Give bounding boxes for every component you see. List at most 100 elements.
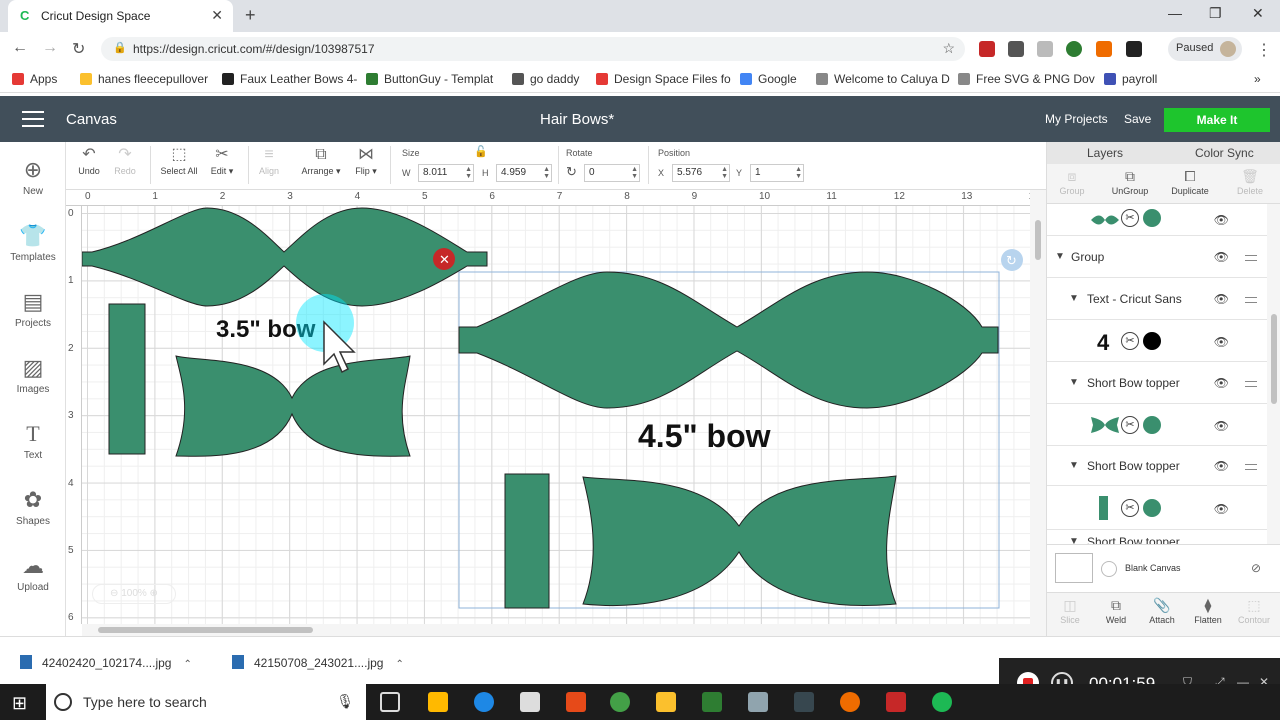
select-all-button[interactable]: ⬚ Select All bbox=[158, 144, 200, 176]
y-stepper[interactable]: ▲ ▼ bbox=[795, 166, 802, 180]
layer-group-header[interactable]: ▼ Short Bow topper bbox=[1047, 530, 1267, 544]
mcafee-icon[interactable] bbox=[886, 692, 906, 712]
bookmark-item[interactable]: payroll bbox=[1104, 72, 1157, 86]
sidebar-item-new[interactable]: ⊕ New bbox=[0, 156, 66, 197]
app-icon[interactable] bbox=[748, 692, 768, 712]
firefox-icon[interactable] bbox=[840, 692, 860, 712]
scissors-icon[interactable]: ✂ bbox=[1121, 499, 1139, 517]
undo-button[interactable]: ↶ Undo bbox=[76, 144, 102, 176]
download-item[interactable]: 42150708_243021....jpg ⌃ bbox=[232, 655, 404, 670]
layers-scrollbar[interactable] bbox=[1267, 204, 1280, 544]
window-close-icon[interactable]: ✕ bbox=[1252, 5, 1264, 22]
download-item[interactable]: 42402420_102174....jpg ⌃ bbox=[20, 655, 192, 670]
eye-icon[interactable]: 👁 bbox=[1214, 459, 1229, 473]
zoom-control[interactable]: ⊖ 100% ⊕ bbox=[92, 584, 176, 604]
collapse-triangle-icon[interactable]: ▼ bbox=[1055, 251, 1065, 262]
scissors-icon[interactable]: ✂ bbox=[1121, 209, 1139, 227]
group-button[interactable]: ⧈ Group bbox=[1047, 168, 1097, 196]
slice-button[interactable]: ◫ Slice bbox=[1047, 597, 1093, 625]
redo-button[interactable]: ↷ Redo bbox=[112, 144, 138, 176]
cricut-icon[interactable] bbox=[702, 692, 722, 712]
tab-layers[interactable]: Layers bbox=[1087, 146, 1123, 160]
drag-handle-icon[interactable] bbox=[1245, 381, 1257, 387]
x-position-field[interactable]: 5.576 ▲ ▼ bbox=[672, 164, 730, 182]
blank-canvas-color-circle[interactable] bbox=[1101, 561, 1117, 577]
flatten-button[interactable]: ⧫ Flatten bbox=[1185, 597, 1231, 625]
bookmark-item[interactable]: Welcome to Caluya D bbox=[816, 72, 950, 86]
color-swatch[interactable] bbox=[1143, 332, 1161, 350]
save-button[interactable]: Save bbox=[1124, 112, 1151, 126]
reload-icon[interactable]: ↻ bbox=[72, 39, 85, 59]
collapse-triangle-icon[interactable]: ▼ bbox=[1069, 377, 1079, 388]
ungroup-button[interactable]: ⧉ UnGroup bbox=[1105, 168, 1155, 196]
collapse-triangle-icon[interactable]: ▼ bbox=[1069, 460, 1079, 471]
width-stepper[interactable]: ▲ ▼ bbox=[465, 166, 472, 180]
sidebar-item-projects[interactable]: ▤ Projects bbox=[0, 288, 66, 329]
vertical-scrollbar[interactable] bbox=[1030, 190, 1046, 636]
drag-handle-icon[interactable] bbox=[1245, 464, 1257, 470]
extension-icon[interactable] bbox=[1096, 41, 1112, 57]
eye-icon[interactable]: 👁 bbox=[1214, 213, 1229, 227]
layer-item[interactable]: ✂ 👁 bbox=[1047, 486, 1267, 530]
color-swatch[interactable] bbox=[1143, 209, 1161, 227]
hamburger-menu-icon[interactable] bbox=[22, 111, 44, 127]
microphone-icon[interactable]: 🎙 bbox=[336, 693, 354, 710]
windows-start-icon[interactable]: ⊞ bbox=[12, 693, 27, 714]
bookmark-item[interactable]: Faux Leather Bows 4- bbox=[222, 72, 357, 86]
scrollbar-thumb[interactable] bbox=[1035, 220, 1041, 260]
my-projects-link[interactable]: My Projects bbox=[1045, 112, 1108, 126]
app-icon[interactable] bbox=[566, 692, 586, 712]
scrollbar-thumb[interactable] bbox=[98, 627, 313, 633]
bow-tie-large[interactable] bbox=[582, 475, 897, 607]
drag-handle-icon[interactable] bbox=[1245, 255, 1257, 261]
bow-strap-small[interactable] bbox=[108, 303, 146, 455]
eye-icon[interactable]: 👁 bbox=[1214, 292, 1229, 306]
profile-button[interactable]: Paused bbox=[1168, 37, 1242, 61]
width-field[interactable]: 8.011 ▲ ▼ bbox=[418, 164, 474, 182]
drag-handle-icon[interactable] bbox=[1245, 297, 1257, 303]
align-menu[interactable]: ≡ Align bbox=[256, 144, 282, 176]
height-stepper[interactable]: ▲ ▼ bbox=[543, 166, 550, 180]
bow-strap-large[interactable] bbox=[504, 473, 550, 609]
store-icon[interactable] bbox=[428, 692, 448, 712]
bookmark-item[interactable]: go daddy bbox=[512, 72, 579, 86]
tab-color-sync[interactable]: Color Sync bbox=[1195, 146, 1254, 160]
app-icon[interactable] bbox=[794, 692, 814, 712]
delete-button[interactable]: 🗑 Delete bbox=[1225, 168, 1275, 196]
address-bar[interactable]: 🔒 https://design.cricut.com/#/design/103… bbox=[101, 37, 965, 61]
bow-tie-small[interactable] bbox=[175, 355, 411, 457]
scrollbar-thumb[interactable] bbox=[1271, 314, 1277, 404]
attach-button[interactable]: 📎 Attach bbox=[1139, 597, 1185, 625]
design-canvas[interactable]: 3.5" bow 4.5" bow ✕ ↻ ⊖ 100% ⊕ bbox=[82, 206, 1030, 624]
bookmark-item[interactable]: Free SVG & PNG Dov bbox=[958, 72, 1095, 86]
y-position-field[interactable]: 1 ▲ ▼ bbox=[750, 164, 804, 182]
back-icon[interactable]: ← bbox=[12, 39, 28, 57]
tab-close-icon[interactable]: ✕ bbox=[211, 7, 223, 24]
bookmark-item[interactable]: Google bbox=[740, 72, 797, 86]
sidebar-item-text[interactable]: T Text bbox=[0, 420, 66, 461]
bookmark-item[interactable]: Apps bbox=[12, 72, 57, 86]
collapse-triangle-icon[interactable]: ▼ bbox=[1069, 536, 1079, 544]
layer-group-header[interactable]: ▼ Short Bow topper 👁 bbox=[1047, 362, 1267, 404]
blank-canvas-swatch[interactable] bbox=[1055, 553, 1093, 583]
make-it-button[interactable]: Make It bbox=[1164, 108, 1270, 132]
layer-group-header[interactable]: ▼ Short Bow topper 👁 bbox=[1047, 446, 1267, 486]
lock-aspect-icon[interactable]: 🔓 bbox=[474, 145, 488, 158]
x-stepper[interactable]: ▲ ▼ bbox=[721, 166, 728, 180]
scissors-icon[interactable]: ✂ bbox=[1121, 332, 1139, 350]
mail-icon[interactable] bbox=[520, 692, 540, 712]
new-tab-icon[interactable]: + bbox=[245, 5, 256, 26]
sidebar-item-templates[interactable]: 👕 Templates bbox=[0, 222, 66, 263]
chevron-up-icon[interactable]: ⌃ bbox=[183, 659, 191, 670]
weld-button[interactable]: ⧉ Weld bbox=[1093, 597, 1139, 625]
extension-icon[interactable] bbox=[1008, 41, 1024, 57]
browser-tab[interactable]: C Cricut Design Space ✕ bbox=[8, 0, 233, 32]
eye-icon[interactable]: 👁 bbox=[1214, 376, 1229, 390]
sidebar-item-shapes[interactable]: ✿ Shapes bbox=[0, 486, 66, 527]
chevron-up-icon[interactable]: ⌃ bbox=[395, 659, 403, 670]
extension-icon[interactable] bbox=[1037, 41, 1053, 57]
bookmark-item[interactable]: hanes fleecepullover bbox=[80, 72, 208, 86]
taskbar-search[interactable]: Type here to search 🎙 bbox=[46, 684, 366, 720]
horizontal-scrollbar[interactable] bbox=[82, 624, 1030, 636]
sidebar-item-images[interactable]: ▨ Images bbox=[0, 354, 66, 395]
